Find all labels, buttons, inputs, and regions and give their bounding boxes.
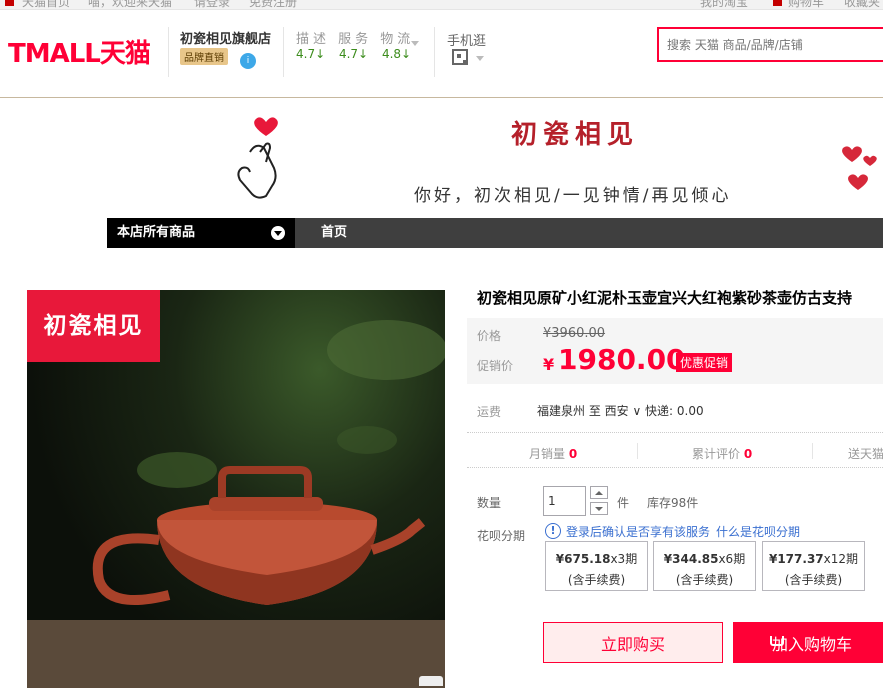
- sales-stats: 月销量 0 累计评价 0 送天猫: [467, 432, 883, 468]
- site-header: TMALL天猫 初瓷相见旗舰店 品牌直销 i 描述 服务 物流 4.7↓ 4.7…: [0, 11, 883, 98]
- plan-fee: (含手续费): [567, 573, 626, 587]
- search-box[interactable]: [657, 27, 883, 62]
- rating-service: 4.7↓: [338, 47, 369, 61]
- topbar-link-cart[interactable]: 购物车: [788, 0, 824, 9]
- promo-price: 1980.00: [558, 343, 686, 376]
- divider: [283, 27, 284, 77]
- quantity-input[interactable]: [543, 486, 586, 516]
- cart-icon: [770, 636, 784, 646]
- installment-label: 花呗分期: [477, 529, 526, 543]
- ratings-chevron-down-icon[interactable]: [411, 41, 419, 46]
- divider: [812, 443, 813, 459]
- quantity-decrease-button[interactable]: [590, 502, 608, 515]
- shop-info-icon[interactable]: i: [240, 53, 256, 69]
- brand-direct-badge: 品牌直销: [180, 48, 228, 65]
- topbar-link-my-taobao[interactable]: 我的淘宝: [700, 0, 748, 9]
- quantity-increase-button[interactable]: [590, 486, 608, 499]
- topbar-link-login[interactable]: 请登录: [194, 0, 230, 9]
- chevron-down-icon: [271, 226, 285, 240]
- divider: [637, 443, 638, 459]
- rating-description: 4.7↓: [296, 47, 326, 61]
- monthly-sales: 月销量 0: [529, 445, 577, 462]
- installment-note-text[interactable]: 登录后确认是否享有该服务: [566, 525, 710, 539]
- total-reviews-value: 0: [743, 447, 753, 461]
- plan-amount: ¥675.18: [555, 552, 611, 566]
- price-label: 价格: [477, 329, 502, 343]
- product-title: 初瓷相见原矿小红泥朴玉壶宜兴大红袍紫砂茶壶仿古支持: [477, 289, 853, 307]
- installment-note: 登录后确认是否享有该服务 什么是花呗分期: [566, 523, 800, 540]
- rating-logistics: 4.8↓: [381, 47, 412, 61]
- plan-amount: ¥177.37: [768, 552, 824, 566]
- zoom-icon[interactable]: [419, 676, 443, 686]
- shop-name[interactable]: 初瓷相见旗舰店: [180, 28, 271, 47]
- heart-gesture-illustration: [237, 117, 278, 199]
- promo-price-label: 促销价: [477, 359, 514, 373]
- promo-tag[interactable]: 优惠促销: [676, 353, 733, 372]
- plan-term: x3期: [610, 552, 638, 566]
- hearts-decoration: [842, 146, 877, 190]
- monthly-sales-value: 0: [568, 447, 578, 461]
- add-to-cart-button[interactable]: 加入购物车: [733, 622, 883, 663]
- installment-plan-6[interactable]: ¥344.85x6期 (含手续费): [653, 541, 756, 591]
- site-topbar: 天猫首页 喵，欢迎来天猫 请登录 免费注册 我的淘宝 购物车 收藏夹: [0, 0, 883, 10]
- product-main-image[interactable]: 初瓷相见: [27, 290, 445, 688]
- cart-icon[interactable]: [773, 0, 782, 6]
- plan-fee: (含手续费): [675, 573, 734, 587]
- info-circle-icon: !: [545, 523, 561, 539]
- all-products-menu[interactable]: 本店所有商品: [107, 218, 295, 248]
- plan-term: x12期: [823, 552, 859, 566]
- rating-values: 4.7↓ 4.7↓ 4.8↓: [296, 47, 421, 61]
- installment-help-link[interactable]: 什么是花呗分期: [716, 525, 800, 539]
- rating-labels: 描述 服务 物流: [296, 32, 415, 47]
- nav-home-link[interactable]: 首页: [321, 218, 347, 248]
- topbar-link-home[interactable]: 天猫首页: [22, 0, 70, 9]
- topbar-welcome: 喵，欢迎来天猫: [88, 0, 173, 9]
- plan-term: x6期: [718, 552, 746, 566]
- plan-fee: (含手续费): [784, 573, 843, 587]
- tmall-logo[interactable]: TMALL天猫: [8, 33, 151, 70]
- quantity-label: 数量: [477, 496, 502, 510]
- monthly-sales-label: 月销量: [529, 447, 566, 461]
- shop-nav: 本店所有商品 首页: [107, 218, 883, 248]
- mobile-shop-label[interactable]: 手机逛: [447, 30, 486, 49]
- search-input[interactable]: [659, 29, 883, 60]
- tmall-points: 送天猫: [848, 447, 883, 461]
- currency-symbol: ¥: [543, 355, 555, 374]
- divider: [434, 27, 435, 77]
- topbar-link-register[interactable]: 免费注册: [249, 0, 297, 9]
- home-icon[interactable]: [5, 0, 14, 6]
- mobile-chevron-down-icon[interactable]: [476, 56, 484, 61]
- image-brand-logo: 初瓷相见: [27, 290, 160, 362]
- stock-count: 库存98件: [647, 496, 699, 510]
- divider: [168, 27, 169, 77]
- banner-slogan: 你好，初次相见/一见钟情/再见倾心: [414, 186, 732, 206]
- banner-title: 初瓷相见: [511, 120, 640, 150]
- total-reviews-label: 累计评价: [692, 447, 741, 461]
- shipping-label: 运费: [477, 405, 502, 419]
- installment-plan-12[interactable]: ¥177.37x12期 (含手续费): [762, 541, 865, 591]
- qr-code-icon[interactable]: [452, 49, 468, 65]
- all-products-label: 本店所有商品: [117, 225, 196, 240]
- plan-amount: ¥344.85: [663, 552, 719, 566]
- original-price: ¥3960.00: [543, 326, 606, 341]
- shipping-destination-select[interactable]: 福建泉州 至 西安 ∨ 快递: 0.00: [537, 402, 704, 419]
- buy-now-button[interactable]: 立即购买: [543, 622, 723, 663]
- total-reviews[interactable]: 累计评价 0: [692, 445, 752, 462]
- topbar-link-favorites[interactable]: 收藏夹: [844, 0, 880, 9]
- installment-plan-3[interactable]: ¥675.18x3期 (含手续费): [545, 541, 648, 591]
- quantity-unit: 件: [617, 496, 630, 510]
